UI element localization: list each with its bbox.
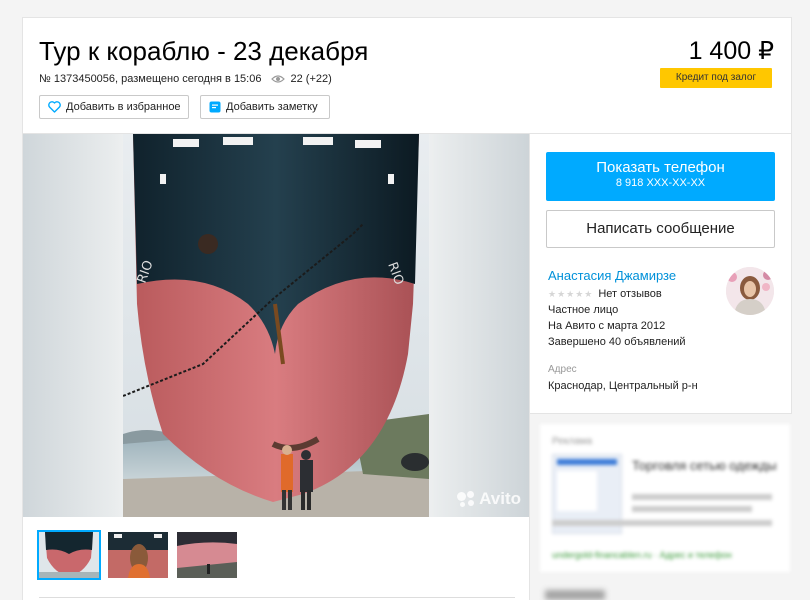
seller-avatar[interactable] [726, 267, 774, 315]
gallery-divider [39, 597, 515, 598]
listing-meta: № 1373450056, размещено сегодня в 15:06 … [39, 73, 332, 85]
watermark-text: Avito [479, 489, 521, 508]
note-icon [209, 101, 221, 113]
listing-title: Тур к кораблю - 23 декабря [39, 36, 369, 66]
contact-panel: Показать телефон 8 918 XXX-XX-XX Написат… [530, 134, 792, 414]
thumbnail-2[interactable] [108, 532, 168, 578]
member-since: На Авито с марта 2012 [548, 320, 666, 332]
ship-photo: RIO RIO [123, 134, 429, 517]
seller-type: Частное лицо [548, 304, 619, 316]
gallery: RIO RIO Avito [22, 134, 530, 600]
credit-badge[interactable]: Кредит под залог [660, 68, 772, 88]
note-label: Добавить заметку [226, 101, 318, 113]
avito-watermark: Avito [457, 489, 521, 509]
phone-masked: 8 918 XXX-XX-XX [615, 177, 706, 189]
views-count: 22 (+22) [290, 73, 332, 85]
address-label: Адрес [548, 364, 577, 375]
write-message-button[interactable]: Написать сообщение [546, 210, 775, 248]
listing-header: Тур к кораблю - 23 декабря № 1373450056,… [22, 17, 792, 134]
thumbnail-1[interactable] [37, 530, 101, 580]
show-phone-button[interactable]: Показать телефон 8 918 XXX-XX-XX [546, 152, 775, 201]
thumbnail-strip [37, 530, 237, 580]
completed-listings: Завершено 40 объявлений [548, 336, 686, 348]
reviews-text: Нет отзывов [598, 288, 662, 300]
main-photo[interactable]: RIO RIO Avito [23, 134, 529, 517]
price: 1 400 ₽ [688, 37, 774, 65]
add-note-button[interactable]: Добавить заметку [200, 95, 330, 119]
add-to-favorites-button[interactable]: Добавить в избранное [39, 95, 189, 119]
ad-footer: undergold-financablen.ru · Адрес и телеф… [552, 550, 732, 560]
ad-block[interactable]: Реклама Торговля сетью одежды undergold-… [540, 424, 790, 572]
favorite-label: Добавить в избранное [66, 101, 181, 113]
eye-icon [271, 74, 286, 84]
ad-title: Торговля сетью одежды [632, 458, 777, 473]
thumbnail-3[interactable] [177, 532, 237, 578]
bottom-blur [545, 590, 605, 600]
address-value: Краснодар, Центральный р-н [548, 380, 698, 392]
ad-label: Реклама [552, 436, 593, 447]
heart-icon [48, 101, 61, 113]
avito-logo-icon [457, 491, 475, 507]
seller-rating: ★★★★★ Нет отзывов [548, 288, 662, 300]
seller-name-link[interactable]: Анастасия Джамирзе [548, 268, 676, 283]
rating-stars-icon: ★★★★★ [548, 288, 594, 299]
listing-number-date: № 1373450056, размещено сегодня в 15:06 [39, 73, 262, 85]
show-phone-label: Показать телефон [596, 159, 725, 176]
